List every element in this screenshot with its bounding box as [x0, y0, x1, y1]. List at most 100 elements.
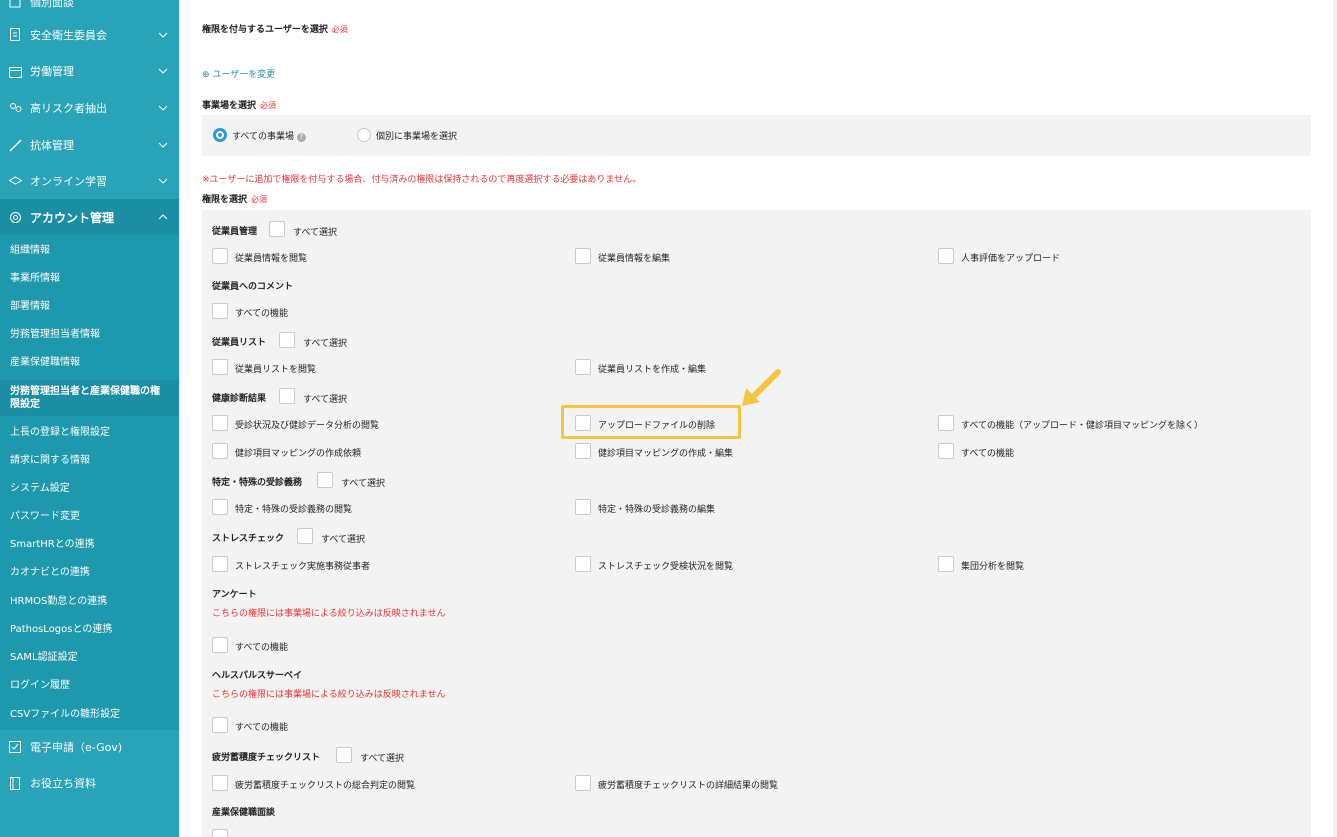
- select-all-label: すべて選択: [341, 479, 386, 489]
- chevron-down-icon: [158, 142, 168, 148]
- sidebar-item-label: 高リスク者抽出: [30, 102, 107, 115]
- people-icon: [8, 101, 22, 115]
- permission-checkbox[interactable]: [575, 556, 591, 572]
- select-all-label: すべて選択: [360, 754, 405, 764]
- sidebar-item-online-learning[interactable]: オンライン学習: [0, 163, 179, 199]
- change-user-link[interactable]: ⊕ ユーザーを変更: [202, 67, 275, 80]
- permission-checkbox[interactable]: [575, 775, 591, 791]
- chevron-up-icon: [158, 214, 168, 220]
- group-note: こちらの権限には事業場による絞り込みは反映されません: [212, 609, 446, 619]
- permission-checkbox[interactable]: [212, 829, 228, 837]
- sidebar-item-account-mgmt[interactable]: アカウント管理: [0, 199, 179, 235]
- gear-icon: [8, 210, 22, 224]
- sub-item-smarthr[interactable]: SmartHRとの連携: [0, 538, 179, 551]
- document-icon: [8, 0, 22, 9]
- permission-checkbox[interactable]: [212, 248, 228, 264]
- select-all-checkbox[interactable]: [279, 388, 295, 404]
- group-note: こちらの権限には事業場による絞り込みは反映されません: [212, 690, 446, 700]
- permission-label: 従業員リストを閲覧: [235, 365, 317, 375]
- sub-item-organization[interactable]: 組織情報: [0, 244, 179, 257]
- select-all-checkbox[interactable]: [336, 747, 352, 763]
- graduation-icon: [8, 174, 22, 188]
- group-title: 従業員管理: [212, 227, 258, 237]
- sidebar-item-labor[interactable]: 労働管理: [0, 53, 179, 89]
- radio-all-sites[interactable]: [213, 128, 227, 142]
- radio-label: 個別に事業場を選択: [376, 132, 458, 142]
- permission-checkbox[interactable]: [212, 499, 228, 515]
- sub-item-csv-template[interactable]: CSVファイルの雛形設定: [0, 708, 179, 721]
- help-icon[interactable]: ?: [296, 133, 306, 142]
- sidebar: 個別面談 安全衛生委員会 労働管理 高リスク者抽出 抗体管理 オンライン学習 ア…: [0, 0, 179, 837]
- permission-label: すべての機能: [235, 309, 289, 319]
- required-badge: 必須: [251, 195, 268, 204]
- sidebar-item-label: 電子申請（e-Gov): [30, 741, 123, 754]
- sub-item-password[interactable]: パスワード変更: [0, 510, 179, 523]
- permission-checkbox-delete-upload[interactable]: [575, 415, 591, 431]
- sub-item-billing[interactable]: 請求に関する情報: [0, 454, 179, 467]
- select-all-checkbox[interactable]: [317, 472, 333, 488]
- select-all-checkbox[interactable]: [297, 528, 313, 544]
- radio-label: すべての事業場 ?: [232, 129, 306, 142]
- permission-checkbox[interactable]: [575, 443, 591, 459]
- permission-checkbox[interactable]: [212, 717, 228, 733]
- permission-checkbox[interactable]: [938, 415, 954, 431]
- sub-item-hrmos[interactable]: HRMOS勤怠との連携: [0, 595, 179, 608]
- permission-checkbox[interactable]: [938, 556, 954, 572]
- sub-item-saml[interactable]: SAML認証設定: [0, 651, 179, 664]
- sub-item-login-history[interactable]: ログイン履歴: [0, 679, 179, 692]
- select-all-checkbox[interactable]: [279, 332, 295, 348]
- sidebar-item-label: 個別面談: [30, 0, 74, 9]
- permission-label: 健診項目マッピングの作成・編集: [598, 449, 734, 459]
- permission-label: 集団分析を閲覧: [961, 562, 1025, 572]
- chevron-down-icon: [158, 105, 168, 111]
- permission-checkbox[interactable]: [212, 775, 228, 791]
- permission-label: 従業員情報を編集: [598, 254, 671, 264]
- document-icon: [8, 28, 22, 42]
- permission-checkbox[interactable]: [575, 359, 591, 375]
- permission-checkbox[interactable]: [212, 637, 228, 653]
- sidebar-item-safety-committee[interactable]: 安全衛生委員会: [0, 17, 179, 53]
- sidebar-item-antibody[interactable]: 抗体管理: [0, 127, 179, 163]
- sub-item-office[interactable]: 事業所情報: [0, 272, 179, 285]
- sub-item-labor-manager[interactable]: 労務管理担当者情報: [0, 328, 179, 341]
- permission-checkbox[interactable]: [575, 499, 591, 515]
- sub-item-system[interactable]: システム設定: [0, 482, 179, 495]
- sub-item-health-staff[interactable]: 産業保健職情報: [0, 356, 179, 369]
- permission-checkbox[interactable]: [575, 248, 591, 264]
- sub-item-supervisor[interactable]: 上長の登録と権限設定: [0, 426, 179, 439]
- scrollbar-track[interactable]: [1333, 0, 1337, 837]
- radio-individual-sites[interactable]: [357, 128, 371, 142]
- select-all-label: すべて選択: [293, 228, 338, 238]
- select-all-checkbox[interactable]: [269, 221, 285, 237]
- permission-label: 健診項目マッピングの作成依頼: [235, 449, 362, 459]
- permission-checkbox[interactable]: [938, 248, 954, 264]
- permission-label: ストレスチェック実施事務従事者: [235, 562, 371, 572]
- sub-item-department[interactable]: 部署情報: [0, 300, 179, 313]
- permission-checkbox[interactable]: [212, 443, 228, 459]
- permission-checkbox[interactable]: [212, 303, 228, 319]
- select-permission-label: 権限を選択 必須: [202, 195, 268, 205]
- notice-text: ※ユーザーに追加で権限を付与する場合、付与済みの権限は保持されるので再度選択する…: [202, 175, 642, 185]
- permission-label: すべての機能: [235, 723, 289, 733]
- checkbox-icon: [8, 740, 22, 754]
- select-user-label: 権限を付与するユーザーを選択 必須: [202, 25, 348, 35]
- permission-label: 人事評価をアップロード: [961, 254, 1061, 264]
- sidebar-item-label: アカウント管理: [30, 210, 115, 225]
- sidebar-item-resources[interactable]: お役立ち資料: [0, 765, 179, 801]
- permission-checkbox[interactable]: [212, 556, 228, 572]
- sub-item-permission-settings[interactable]: 労務管理担当者と産業保健職の権限設定: [0, 380, 179, 416]
- permission-checkbox[interactable]: [212, 359, 228, 375]
- sidebar-item-high-risk[interactable]: 高リスク者抽出: [0, 90, 179, 126]
- permission-label: すべての機能（アップロード・健診項目マッピングを除く）: [961, 421, 1204, 431]
- sub-item-kaonavi[interactable]: カオナビとの連携: [0, 566, 179, 579]
- permission-checkbox[interactable]: [938, 443, 954, 459]
- sidebar-item-label: オンライン学習: [30, 175, 107, 188]
- permission-checkbox[interactable]: [212, 415, 228, 431]
- sidebar-item-e-gov[interactable]: 電子申請（e-Gov): [0, 729, 179, 765]
- group-title: 従業員へのコメント: [212, 282, 294, 292]
- group-title: ストレスチェック: [212, 534, 285, 544]
- permission-panel: [202, 210, 1311, 837]
- permission-label: ストレスチェック受検状況を閲覧: [598, 562, 734, 572]
- sub-item-pathoslogos[interactable]: PathosLogosとの連携: [0, 623, 179, 636]
- select-all-label: すべて選択: [303, 395, 348, 405]
